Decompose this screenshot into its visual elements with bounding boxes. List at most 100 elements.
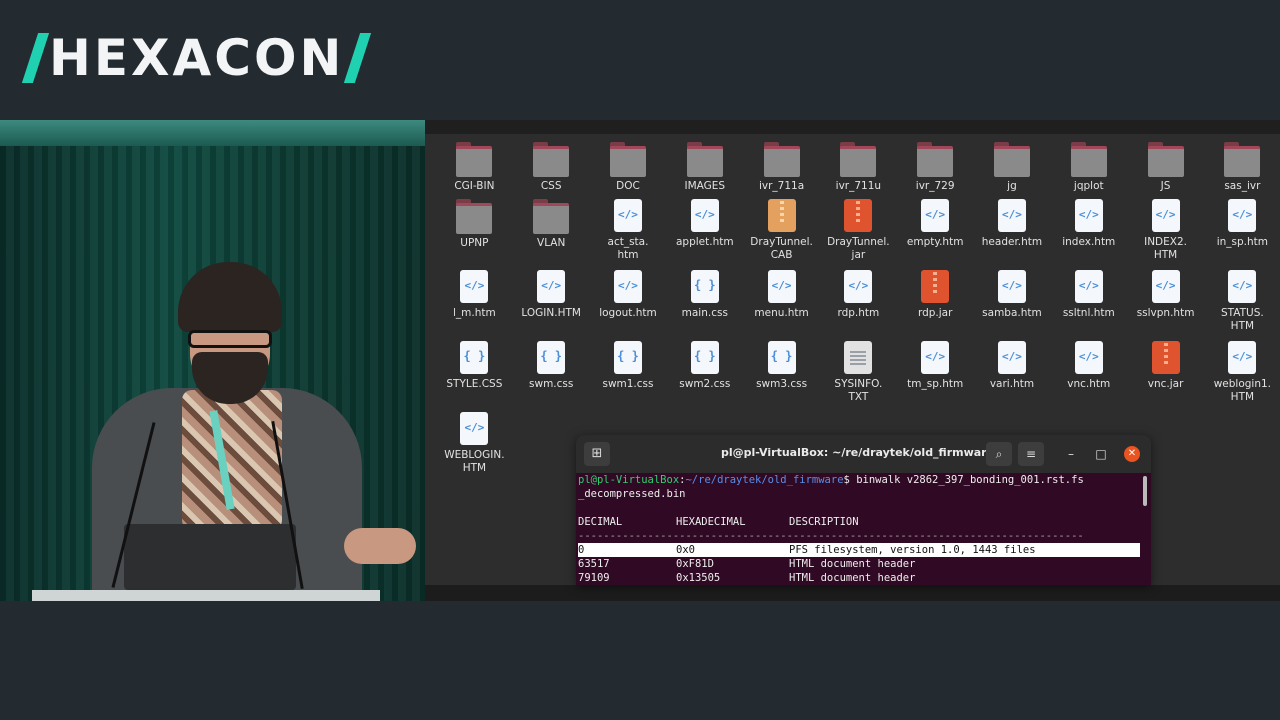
file-item[interactable]: </> logout.htm (590, 270, 667, 340)
file-item[interactable]: { } swm2.css (666, 341, 743, 411)
terminal-window[interactable]: ⊞ pl@pl-VirtualBox: ~/re/draytek/old_fir… (576, 435, 1151, 585)
file-label: rdp.jar (917, 307, 953, 319)
speaker-laptop (124, 524, 296, 590)
logo-slash-left (21, 33, 50, 83)
file-label: ivr_711a (758, 180, 805, 192)
file-item[interactable]: </> sslvpn.htm (1127, 270, 1204, 340)
html-file-icon: </> (921, 199, 950, 232)
file-item[interactable]: UPNP (436, 199, 513, 269)
file-label: VLAN (537, 237, 566, 249)
minimize-icon[interactable]: – (1060, 443, 1082, 465)
html-file-icon: </> (460, 412, 489, 445)
html-file-icon: </> (1074, 270, 1103, 303)
file-item[interactable]: </> act_sta. htm (590, 199, 667, 269)
file-label: sas_ivr (1224, 180, 1261, 192)
file-item[interactable]: { } main.css (666, 270, 743, 340)
file-label: logout.htm (599, 307, 657, 319)
file-item[interactable]: </> weblogin1. HTM (1204, 341, 1280, 411)
html-file-icon: </> (997, 270, 1026, 303)
file-label: l_m.htm (453, 307, 496, 319)
folder-file-icon (456, 199, 493, 234)
output-row[interactable]: 63517 0xF81D HTML document header (578, 557, 1146, 571)
file-label: weblogin1. HTM (1213, 378, 1272, 403)
header-description: DESCRIPTION (789, 516, 859, 528)
html-file-icon: </> (1151, 270, 1180, 303)
desktop-top-bar (425, 120, 1280, 134)
file-label: swm.css (529, 378, 574, 390)
file-item[interactable]: </> ssltnl.htm (1050, 270, 1127, 340)
terminal-scrollbar[interactable] (1143, 476, 1147, 506)
close-icon[interactable]: ✕ (1124, 446, 1140, 462)
file-item[interactable]: </> applet.htm (666, 199, 743, 269)
file-item[interactable]: { } swm3.css (743, 341, 820, 411)
cell-decimal: 63517 (578, 558, 610, 570)
file-label: LOGIN.HTM (521, 307, 581, 319)
file-item[interactable]: { } STYLE.CSS (436, 341, 513, 411)
file-label: swm3.css (756, 378, 808, 390)
file-item[interactable]: </> samba.htm (974, 270, 1051, 340)
file-row: </> WEBLOGIN. HTM (436, 412, 513, 482)
file-label: INDEX2. HTM (1144, 236, 1187, 261)
folder-file-icon (533, 142, 570, 177)
file-item[interactable]: </> l_m.htm (436, 270, 513, 340)
file-item[interactable]: { } swm1.css (590, 341, 667, 411)
file-item[interactable]: VLAN (513, 199, 590, 269)
folder-file-icon (456, 142, 493, 177)
file-item[interactable]: </> rdp.htm (820, 270, 897, 340)
output-row[interactable]: 79109 0x13505 HTML document header (578, 571, 1146, 585)
stage-light-band (0, 120, 425, 146)
file-item[interactable]: { } swm.css (513, 341, 590, 411)
file-label: ivr_711u (835, 180, 882, 192)
logo-text: HEXACON (49, 29, 345, 87)
file-item[interactable]: vnc.jar (1127, 341, 1204, 411)
css-file-icon: { } (460, 341, 489, 374)
new-tab-icon[interactable]: ⊞ (584, 442, 610, 466)
command-line: pl@pl-VirtualBox:~/re/draytek/old_firmwa… (578, 473, 1146, 487)
file-item[interactable]: </> empty.htm (897, 199, 974, 269)
file-label: jg (1007, 180, 1017, 192)
file-item[interactable]: </> in_sp.htm (1204, 199, 1280, 269)
cell-desc: HTML document header (789, 558, 916, 570)
file-item[interactable]: </> vnc.htm (1050, 341, 1127, 411)
cab-file-icon (767, 199, 796, 232)
file-item[interactable]: </> index.htm (1050, 199, 1127, 269)
file-item[interactable]: DrayTunnel. jar (820, 199, 897, 269)
file-label: tm_sp.htm (907, 378, 964, 390)
output-header: DECIMAL HEXADECIMAL DESCRIPTION (578, 515, 1146, 529)
html-file-icon: </> (997, 341, 1026, 374)
hexacon-logo: HEXACON (21, 29, 372, 87)
search-icon[interactable]: ⌕ (986, 442, 1012, 466)
file-item[interactable]: </> menu.htm (743, 270, 820, 340)
html-file-icon: </> (613, 199, 642, 232)
file-item[interactable]: </> WEBLOGIN. HTM (436, 412, 513, 482)
output-row-selected[interactable]: 0 0x0 PFS filesystem, version 1.0, 1443 fi… (578, 543, 1140, 557)
folder-file-icon (1224, 142, 1261, 177)
file-item[interactable]: </> INDEX2. HTM (1127, 199, 1204, 269)
file-item[interactable]: </> LOGIN.HTM (513, 270, 590, 340)
file-item[interactable]: </> tm_sp.htm (897, 341, 974, 411)
hamburger-menu-icon[interactable]: ≡ (1018, 442, 1044, 466)
jar-file-icon (844, 199, 873, 232)
file-label: empty.htm (906, 236, 964, 248)
file-label: UPNP (460, 237, 489, 249)
file-label: STYLE.CSS (446, 378, 503, 390)
file-row: UPNP VLAN </> act_sta. htm </> applet.htm Dray… (436, 199, 1280, 269)
terminal-title: pl@pl-VirtualBox: ~/re/draytek/old_firmw… (721, 446, 995, 459)
terminal-output[interactable]: pl@pl-VirtualBox:~/re/draytek/old_firmwa… (578, 473, 1146, 585)
file-label: vnc.htm (1067, 378, 1111, 390)
folder-file-icon (840, 142, 877, 177)
folder-file-icon (763, 142, 800, 177)
speaker-camera-feed (0, 120, 425, 601)
file-item[interactable]: </> STATUS. HTM (1204, 270, 1280, 340)
file-item[interactable]: rdp.jar (897, 270, 974, 340)
maximize-icon[interactable]: □ (1090, 443, 1112, 465)
file-item[interactable]: </> header.htm (974, 199, 1051, 269)
terminal-titlebar[interactable]: ⊞ pl@pl-VirtualBox: ~/re/draytek/old_fir… (576, 435, 1151, 473)
podium-top (32, 590, 380, 601)
file-item[interactable]: DrayTunnel. CAB (743, 199, 820, 269)
file-item[interactable]: SYSINFO. TXT (820, 341, 897, 411)
file-label: act_sta. htm (607, 236, 649, 261)
file-item[interactable]: </> vari.htm (974, 341, 1051, 411)
file-label: STATUS. HTM (1220, 307, 1264, 332)
html-file-icon: </> (997, 199, 1026, 232)
